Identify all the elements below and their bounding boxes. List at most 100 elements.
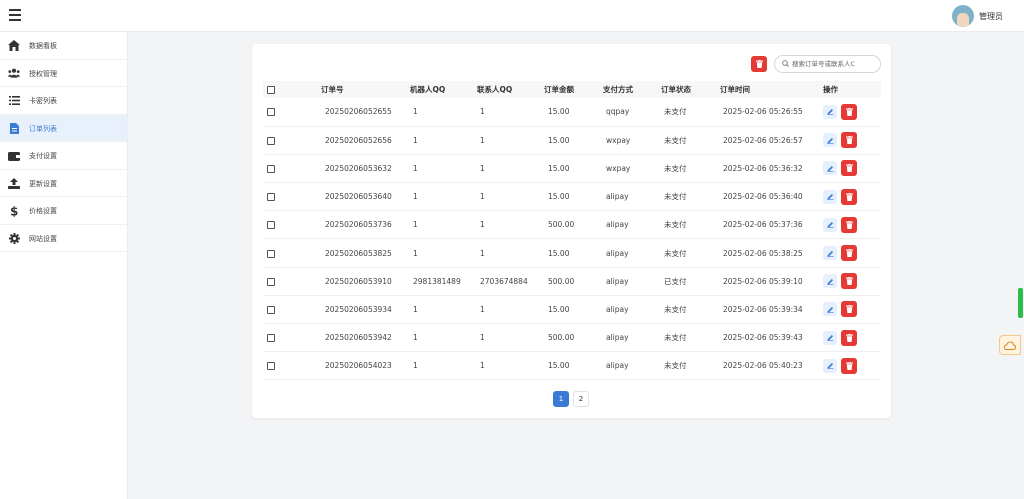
menu-toggle-icon[interactable] bbox=[9, 9, 21, 21]
delete-button[interactable] bbox=[841, 216, 857, 233]
cell-order-no: 20250206052655 bbox=[325, 107, 392, 117]
cell-bot-qq: 1 bbox=[413, 333, 418, 343]
row-checkbox[interactable] bbox=[267, 193, 275, 202]
sidebar-item-update[interactable]: 更新设置 bbox=[0, 170, 127, 197]
sidebar-item-label: 卡密列表 bbox=[29, 97, 57, 105]
page-button-1[interactable]: 1 bbox=[553, 391, 569, 407]
sidebar-item-payment[interactable]: 支付设置 bbox=[0, 142, 127, 170]
cell-amount: 15.00 bbox=[548, 361, 570, 371]
select-all-checkbox[interactable] bbox=[267, 86, 275, 94]
cell-amount: 15.00 bbox=[548, 163, 570, 173]
row-checkbox[interactable] bbox=[267, 305, 275, 314]
edit-button[interactable] bbox=[823, 189, 837, 204]
trash-icon bbox=[845, 361, 853, 370]
row-checkbox[interactable] bbox=[267, 249, 275, 258]
edit-button[interactable] bbox=[823, 217, 837, 232]
cell-status: 未支付 bbox=[664, 361, 687, 371]
table-row: 20250206053736 1 1 500.00 alipay 未支付 2025-02-0… bbox=[263, 211, 881, 239]
sidebar-item-authorization[interactable]: 授权管理 bbox=[0, 60, 127, 87]
cell-bot-qq: 1 bbox=[413, 163, 418, 173]
edit-button[interactable] bbox=[823, 246, 837, 261]
cell-contact-qq: 1 bbox=[480, 333, 485, 343]
cell-order-no: 20250206053934 bbox=[325, 304, 392, 314]
header-amount: 订单金额 bbox=[544, 85, 574, 94]
row-checkbox[interactable] bbox=[267, 108, 275, 117]
delete-button[interactable] bbox=[841, 357, 857, 374]
admin-name[interactable]: 管理员 bbox=[979, 11, 1003, 22]
search-box[interactable] bbox=[774, 55, 881, 73]
trash-icon bbox=[845, 164, 853, 173]
trash-icon bbox=[845, 333, 853, 342]
delete-button[interactable] bbox=[841, 273, 857, 290]
cell-pay-method: alipay bbox=[606, 304, 629, 314]
cell-bot-qq: 1 bbox=[413, 192, 418, 202]
edit-button[interactable] bbox=[823, 358, 837, 373]
cell-bot-qq: 1 bbox=[413, 107, 418, 117]
sidebar-item-label: 支付设置 bbox=[29, 152, 57, 160]
sidebar-item-card-keys[interactable]: 卡密列表 bbox=[0, 87, 127, 115]
cell-pay-method: wxpay bbox=[606, 135, 631, 145]
sidebar-item-pricing[interactable]: $ 价格设置 bbox=[0, 197, 127, 225]
orders-table: 订单号 机器人QQ 联系人QQ 订单金额 支付方式 订单状态 订单时间 操作 2… bbox=[263, 81, 881, 380]
row-checkbox[interactable] bbox=[267, 221, 275, 230]
table-row: 20250206053825 1 1 15.00 alipay 未支付 2025-02-06… bbox=[263, 239, 881, 268]
cell-order-no: 20250206052656 bbox=[325, 135, 392, 145]
edit-button[interactable] bbox=[823, 302, 837, 317]
avatar[interactable] bbox=[952, 5, 974, 27]
delete-button[interactable] bbox=[841, 103, 857, 120]
trash-icon bbox=[845, 107, 853, 116]
row-checkbox[interactable] bbox=[267, 164, 275, 173]
cell-status: 未支付 bbox=[664, 163, 687, 173]
edit-button[interactable] bbox=[823, 104, 837, 119]
sidebar-item-label: 授权管理 bbox=[29, 69, 57, 78]
edit-icon bbox=[827, 278, 833, 285]
trash-icon bbox=[845, 136, 853, 145]
cell-time: 2025-02-06 05:38:25 bbox=[723, 248, 803, 258]
cell-time: 2025-02-06 05:39:34 bbox=[723, 304, 803, 314]
cell-status: 未支付 bbox=[664, 333, 687, 343]
cloud-button[interactable] bbox=[999, 335, 1021, 355]
edit-button[interactable] bbox=[823, 161, 837, 176]
home-icon bbox=[8, 40, 20, 51]
delete-button[interactable] bbox=[841, 245, 857, 262]
cell-order-no: 20250206053910 bbox=[325, 276, 392, 286]
delete-button[interactable] bbox=[841, 301, 857, 318]
delete-button[interactable] bbox=[841, 160, 857, 177]
edit-icon bbox=[827, 306, 833, 313]
delete-button[interactable] bbox=[841, 132, 857, 149]
page-button-2[interactable]: 2 bbox=[573, 391, 589, 407]
list-icon bbox=[8, 95, 20, 106]
search-input[interactable] bbox=[792, 58, 878, 70]
delete-button[interactable] bbox=[841, 188, 857, 205]
edit-button[interactable] bbox=[823, 133, 837, 148]
edit-button[interactable] bbox=[823, 330, 837, 345]
row-checkbox[interactable] bbox=[267, 362, 275, 371]
sidebar-item-dashboard[interactable]: 数据看板 bbox=[0, 32, 127, 60]
header-contact-qq: 联系人QQ bbox=[477, 85, 513, 94]
sidebar-item-site[interactable]: 网站设置 bbox=[0, 225, 127, 252]
row-checkbox[interactable] bbox=[267, 277, 275, 286]
header-actions: 操作 bbox=[823, 85, 838, 94]
cell-contact-qq: 1 bbox=[480, 163, 485, 173]
cell-status: 未支付 bbox=[664, 248, 687, 258]
table-row: 20250206052655 1 1 15.00 qqpay 未支付 2025-02-06 … bbox=[263, 98, 881, 127]
delete-button[interactable] bbox=[841, 329, 857, 346]
scrollbar-thumb[interactable] bbox=[1018, 288, 1023, 318]
edit-icon bbox=[827, 194, 833, 201]
cell-pay-method: alipay bbox=[606, 192, 629, 202]
sidebar-item-orders[interactable]: 订单列表 bbox=[0, 114, 127, 142]
edit-button[interactable] bbox=[823, 274, 837, 289]
cell-contact-qq: 1 bbox=[480, 304, 485, 314]
cell-order-no: 20250206053825 bbox=[325, 248, 392, 258]
gear-icon bbox=[8, 232, 20, 244]
cell-status: 未支付 bbox=[664, 107, 687, 117]
cell-contact-qq: 1 bbox=[480, 135, 485, 145]
row-checkbox[interactable] bbox=[267, 136, 275, 145]
row-checkbox[interactable] bbox=[267, 334, 275, 343]
search-icon bbox=[782, 60, 789, 67]
table-header-row: 订单号 机器人QQ 联系人QQ 订单金额 支付方式 订单状态 订单时间 操作 bbox=[263, 81, 881, 98]
cell-status: 已支付 bbox=[664, 276, 687, 286]
cell-pay-method: wxpay bbox=[606, 163, 631, 173]
header-bot-qq: 机器人QQ bbox=[410, 85, 446, 94]
bulk-delete-button[interactable] bbox=[751, 56, 767, 72]
